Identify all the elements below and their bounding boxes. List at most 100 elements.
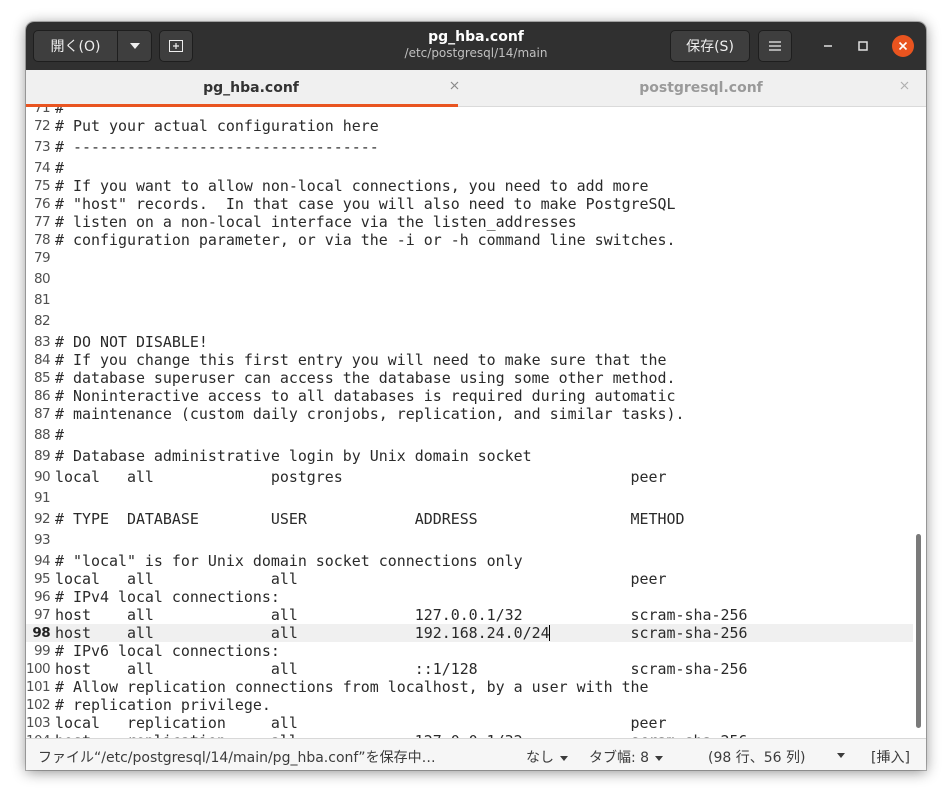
editor-line[interactable]: 92 # TYPE DATABASE USER ADDRESS METHOD [26, 510, 913, 528]
editor-line[interactable]: 94 # "local" is for Unix domain socket co… [26, 552, 913, 570]
line-text: # TYPE DATABASE USER ADDRESS METHOD [55, 510, 685, 528]
open-button-group: 開く(O) [33, 30, 152, 62]
line-text: # If you change this first entry you wil… [55, 351, 667, 369]
line-number: 85 [34, 370, 51, 386]
open-button[interactable]: 開く(O) [33, 30, 118, 62]
editor-line[interactable]: 91 [26, 489, 913, 507]
text-editor[interactable]: 71 #72 # Put your actual configuration her… [26, 107, 926, 738]
line-number: 91 [34, 490, 51, 506]
editor-line[interactable]: 77 # listen on a non-local interface via … [26, 213, 913, 231]
editor-line[interactable]: 71 # [26, 107, 913, 117]
editor-line[interactable]: 78 # configuration parameter, or via the … [26, 231, 913, 249]
editor-line[interactable]: 75 # If you want to allow non-local conne… [26, 177, 913, 195]
editor-line[interactable]: 93 [26, 531, 913, 549]
save-button-label: 保存(S) [686, 39, 734, 55]
editor-line[interactable]: 84 # If you change this first entry you w… [26, 351, 913, 369]
line-number: 102 [26, 697, 51, 713]
line-text: local all postgres peer [55, 468, 667, 486]
line-text: # Allow replication connections from loc… [55, 678, 649, 696]
line-number: 95 [34, 571, 51, 587]
close-icon [900, 81, 908, 90]
editor-line[interactable]: 74 # [26, 159, 913, 177]
line-number: 98 [32, 625, 50, 641]
editor-line[interactable]: 98 host all all 192.168.24.0/24 scram-sha… [26, 624, 913, 642]
new-document-button[interactable] [159, 30, 193, 62]
syntax-highlight-selector[interactable]: なし [526, 747, 568, 767]
editor-line[interactable]: 88 # [26, 426, 913, 444]
tab-close-button[interactable] [896, 78, 912, 94]
save-button[interactable]: 保存(S) [670, 30, 750, 62]
editor-line[interactable]: 83 # DO NOT DISABLE! [26, 333, 913, 351]
editor-line[interactable]: 90 local all postgres peer [26, 468, 913, 486]
line-number: 89 [34, 448, 51, 464]
editor-line[interactable]: 96 # IPv4 local connections: [26, 588, 913, 606]
line-text: # database superuser can access the data… [55, 369, 676, 387]
open-recent-dropdown-button[interactable] [117, 30, 152, 62]
tab-close-button[interactable] [446, 78, 462, 94]
line-text: # maintenance (custom daily cronjobs, re… [55, 405, 685, 423]
line-text: # ---------------------------------- [55, 138, 379, 156]
editor-window: 開く(O) pg_hba.conf /etc/postgresql/14/mai… [26, 22, 926, 770]
chevron-down-icon [560, 755, 568, 761]
line-number: 97 [34, 607, 51, 623]
editor-line[interactable]: 101 # Allow replication connections from … [26, 678, 913, 696]
editor-line[interactable]: 103 local replication all peer [26, 714, 913, 732]
close-window-button[interactable] [892, 35, 914, 57]
window-title-area: pg_hba.conf /etc/postgresql/14/main [276, 29, 676, 60]
line-number: 73 [34, 139, 51, 155]
tab-bar: pg_hba.conf postgresql.conf [26, 70, 926, 107]
line-text: # "host" records. In that case you will … [55, 195, 676, 213]
editor-line[interactable]: 86 # Noninteractive access to all databas… [26, 387, 913, 405]
close-icon [898, 41, 908, 51]
hamburger-menu-icon [769, 41, 781, 51]
line-number: 76 [34, 196, 51, 212]
editor-line[interactable]: 97 host all all 127.0.0.1/32 scram-sha-25… [26, 606, 913, 624]
editor-line[interactable]: 73 # ---------------------------------- [26, 138, 913, 156]
line-text: # listen on a non-local interface via th… [55, 213, 577, 231]
editor-line[interactable]: 79 [26, 249, 913, 267]
tab-postgresql-conf[interactable]: postgresql.conf [476, 70, 926, 106]
line-number: 90 [34, 469, 51, 485]
editor-line[interactable]: 80 [26, 270, 913, 288]
cursor-position-selector[interactable]: (98 行、56 列) [708, 747, 805, 767]
status-bar: ファイル“/etc/postgresql/14/main/pg_hba.conf… [26, 738, 926, 770]
line-number: 71 [34, 107, 51, 116]
line-text: host all all 192.168.24.0/24 scram-sha-2… [55, 624, 748, 642]
chevron-down-icon [129, 43, 140, 49]
editor-line[interactable]: 72 # Put your actual configuration here [26, 117, 913, 135]
editor-line[interactable]: 89 # Database administrative login by Uni… [26, 447, 913, 465]
scrollbar-thumb[interactable] [916, 534, 921, 728]
tab-width-selector[interactable]: タブ幅: 8 [589, 747, 664, 767]
line-number: 93 [34, 532, 51, 548]
editor-line[interactable]: 95 local all all peer [26, 570, 913, 588]
tab-width-label: タブ幅: 8 [589, 750, 650, 766]
line-number: 72 [34, 118, 51, 134]
line-number: 87 [34, 406, 51, 422]
line-text: # [55, 426, 64, 444]
cursor-position-label: (98 行、56 列) [708, 750, 806, 766]
editor-line[interactable]: 76 # "host" records. In that case you wil… [26, 195, 913, 213]
insert-mode-indicator: [挿入] [871, 750, 910, 766]
line-text: # [55, 107, 64, 117]
line-number: 79 [34, 250, 51, 266]
editor-line[interactable]: 99 # IPv6 local connections: [26, 642, 913, 660]
editor-line[interactable]: 102 # replication privilege. [26, 696, 913, 714]
editor-line[interactable]: 82 [26, 312, 913, 330]
window-subtitle: /etc/postgresql/14/main [404, 46, 548, 60]
tab-pg-hba-conf[interactable]: pg_hba.conf [26, 70, 476, 107]
open-button-label: 開く(O) [50, 39, 101, 55]
editor-line[interactable]: 87 # maintenance (custom daily cronjobs, … [26, 405, 913, 423]
line-text: # configuration parameter, or via the -i… [55, 231, 676, 249]
editor-line[interactable]: 81 [26, 291, 913, 309]
editor-line[interactable]: 100 host all all ::1/128 scram-sha-256 [26, 660, 913, 678]
editor-line[interactable]: 85 # database superuser can access the da… [26, 369, 913, 387]
minimize-button[interactable] [818, 36, 838, 56]
cursor-position-dropdown[interactable] [831, 747, 845, 763]
vertical-scrollbar[interactable] [913, 107, 926, 738]
hamburger-menu-button[interactable] [758, 30, 792, 62]
line-number: 92 [34, 511, 51, 527]
maximize-button[interactable] [853, 36, 873, 56]
chevron-down-icon [655, 755, 664, 761]
status-message: ファイル“/etc/postgresql/14/main/pg_hba.conf… [38, 750, 436, 766]
line-number: 78 [34, 232, 51, 248]
